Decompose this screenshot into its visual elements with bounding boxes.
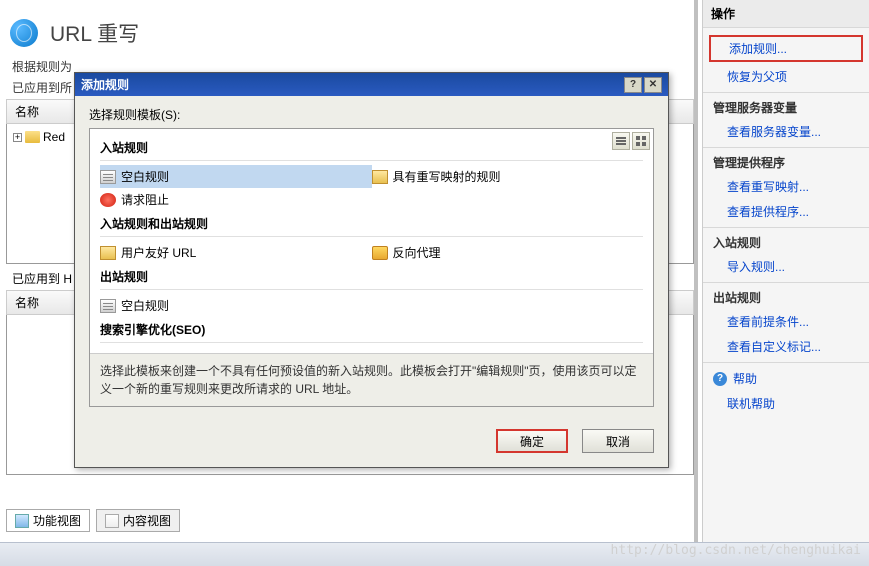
- action-online-help[interactable]: 联机帮助: [703, 391, 869, 416]
- dialog-help-button[interactable]: ?: [624, 77, 642, 93]
- view-list-icon[interactable]: [612, 132, 630, 150]
- rule-friendly-url[interactable]: 用户友好 URL: [100, 241, 372, 264]
- template-panel: 入站规则 空白规则 具有重写映射的规则 请求阻止 入站规则和出站规: [89, 128, 654, 407]
- rule-request-block[interactable]: 请求阻止: [100, 188, 372, 211]
- view-grid-icon[interactable]: [632, 132, 650, 150]
- rule-blank[interactable]: 空白规则: [100, 165, 372, 188]
- action-help[interactable]: ? 帮助: [703, 366, 869, 391]
- dialog-title: 添加规则: [81, 76, 129, 93]
- section-both-rules: 入站规则和出站规则: [100, 211, 643, 237]
- action-view-custom-tags[interactable]: 查看自定义标记...: [703, 334, 869, 359]
- tab-content-view[interactable]: 内容视图: [96, 509, 180, 532]
- expand-icon[interactable]: +: [13, 133, 22, 142]
- section-seo: 搜索引擎优化(SEO): [100, 317, 643, 343]
- template-label: 选择规则模板(S):: [89, 106, 654, 123]
- action-view-preconditions[interactable]: 查看前提条件...: [703, 309, 869, 334]
- content-view-icon: [105, 514, 119, 528]
- page-title: URL 重写: [50, 18, 139, 48]
- action-view-server-vars[interactable]: 查看服务器变量...: [703, 119, 869, 144]
- dialog-titlebar[interactable]: 添加规则 ? ✕: [75, 73, 668, 96]
- action-add-rule[interactable]: 添加规则...: [709, 35, 863, 62]
- block-icon: [100, 193, 116, 207]
- rule-reverse-proxy[interactable]: 反向代理: [372, 241, 644, 264]
- template-description: 选择此模板来创建一个不具有任何预设值的新入站规则。此模板会打开"编辑规则"页，使…: [90, 353, 653, 406]
- dialog-close-button[interactable]: ✕: [644, 77, 662, 93]
- feature-view-icon: [15, 514, 29, 528]
- section-server-vars: 管理服务器变量: [703, 96, 869, 119]
- friendly-url-icon: [100, 246, 116, 260]
- actions-header: 操作: [703, 0, 869, 28]
- tab-feature-view[interactable]: 功能视图: [6, 509, 90, 532]
- help-icon: ?: [713, 372, 727, 386]
- document-icon: [100, 170, 116, 184]
- rule-with-map[interactable]: 具有重写映射的规则: [372, 165, 644, 188]
- section-providers: 管理提供程序: [703, 151, 869, 174]
- tree-item-label: Red: [43, 130, 65, 144]
- action-restore-parent[interactable]: 恢复为父项: [703, 64, 869, 89]
- url-rewrite-icon: [10, 19, 38, 47]
- cancel-button[interactable]: 取消: [582, 429, 654, 453]
- reverse-proxy-icon: [372, 246, 388, 260]
- folder-icon: [25, 131, 40, 143]
- actions-panel: 操作 添加规则... 恢复为父项 管理服务器变量 查看服务器变量... 管理提供…: [702, 0, 869, 566]
- section-outbound-rules: 出站规则: [100, 264, 643, 290]
- action-view-providers[interactable]: 查看提供程序...: [703, 199, 869, 224]
- watermark: http://blog.csdn.net/chenghuikai: [611, 543, 861, 558]
- rule-blank-outbound[interactable]: 空白规则: [100, 294, 372, 317]
- section-inbound-rules: 入站规则: [100, 135, 643, 161]
- map-icon: [372, 170, 388, 184]
- action-view-rewrite-maps[interactable]: 查看重写映射...: [703, 174, 869, 199]
- document-icon: [100, 299, 116, 313]
- section-inbound: 入站规则: [703, 231, 869, 254]
- add-rule-dialog: 添加规则 ? ✕ 选择规则模板(S): 入站规则 空白规则: [74, 72, 669, 468]
- section-outbound: 出站规则: [703, 286, 869, 309]
- action-import-rules[interactable]: 导入规则...: [703, 254, 869, 279]
- ok-button[interactable]: 确定: [496, 429, 568, 453]
